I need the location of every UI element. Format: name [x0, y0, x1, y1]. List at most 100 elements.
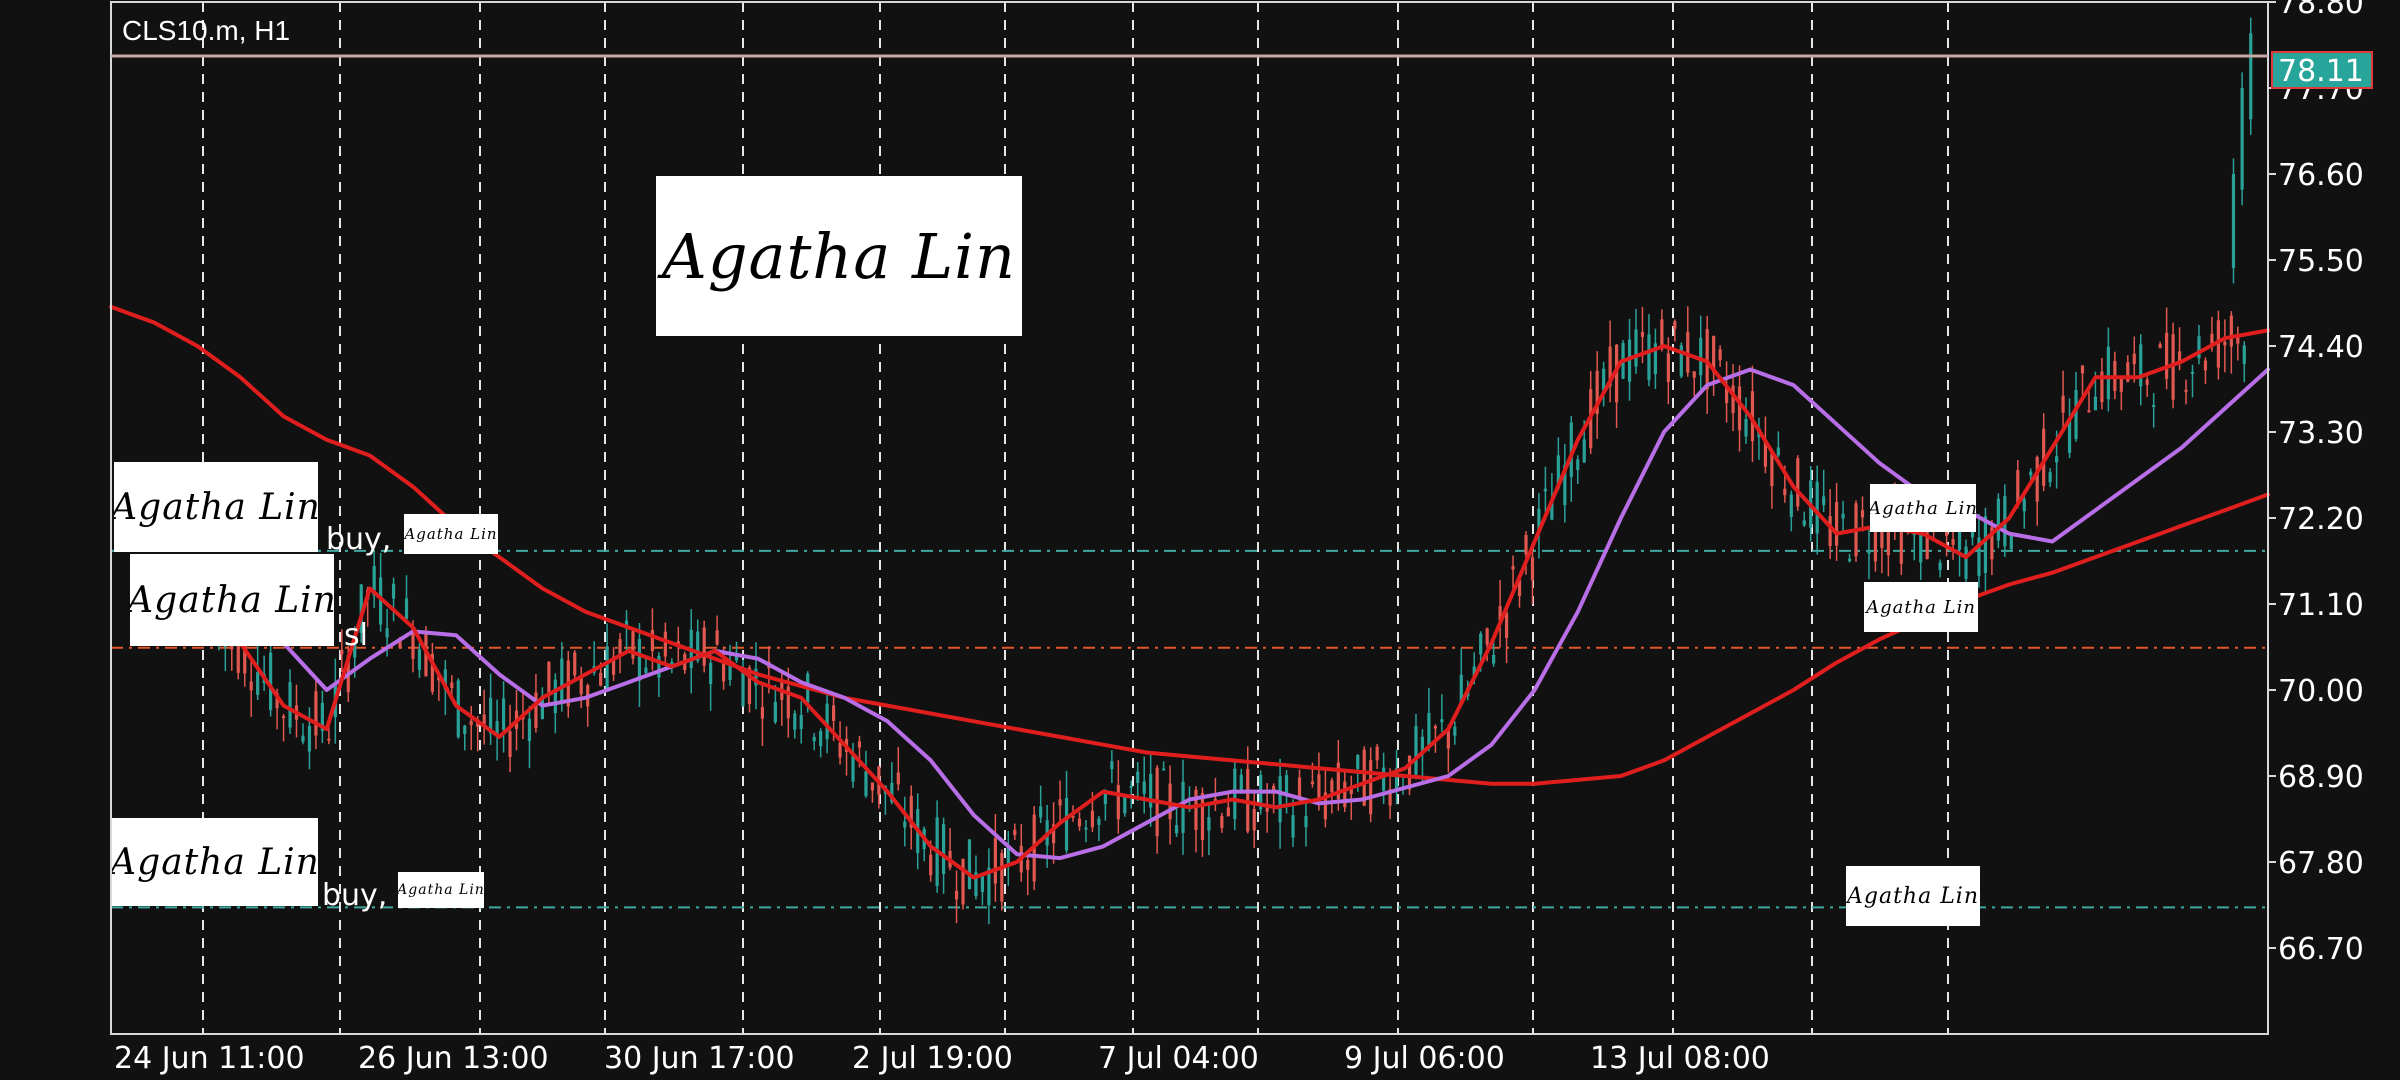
candle-body [1815, 481, 1819, 534]
candle-body [663, 631, 667, 657]
watermark-left-1: Agatha Lin [114, 462, 318, 552]
candle-body [1110, 761, 1114, 770]
candle-body [1220, 815, 1224, 828]
candle-body [501, 698, 506, 730]
annotation-buy-1: buy, [326, 522, 392, 557]
candle-body [1343, 781, 1347, 808]
annotation-buy-2: buy, [322, 878, 388, 913]
candle-body [980, 876, 985, 892]
y-tick-label-8: 70.00 [2278, 674, 2364, 709]
candle-body [967, 839, 972, 889]
candle-body [702, 627, 706, 666]
candle-body [650, 629, 655, 652]
candle-body [812, 736, 816, 742]
candle-body [741, 672, 745, 707]
candle-body [1492, 655, 1496, 664]
candle-body [831, 705, 836, 721]
candle-body [799, 714, 803, 730]
candle-body [1673, 321, 1677, 329]
x-tick-label-5: 9 Jul 06:00 [1344, 1041, 1505, 1076]
candle-body [2048, 472, 2052, 483]
candle-body [553, 679, 557, 714]
candle-body [2080, 365, 2085, 374]
y-tick-label-10: 67.80 [2278, 846, 2364, 881]
candle-body [954, 890, 959, 900]
candle-body [1000, 853, 1004, 902]
candle-body [760, 707, 765, 719]
candle-body [1504, 612, 1509, 638]
candle-body [2229, 315, 2233, 347]
candle-body [1084, 827, 1088, 830]
watermark-right-2: Agatha Lin [1864, 582, 1978, 632]
candle-body [1382, 767, 1386, 791]
x-tick-label-0: 24 Jun 11:00 [114, 1041, 305, 1076]
candle-body [2152, 404, 2156, 407]
candle-body [1039, 806, 1043, 818]
candle-body [1194, 789, 1198, 831]
candle-body [2249, 33, 2253, 120]
candle-body [1129, 785, 1133, 788]
candle-body [1796, 458, 1800, 507]
candle-body [1485, 628, 1489, 645]
watermark-left-2: Agatha Lin [130, 554, 334, 646]
candle-body [1174, 825, 1179, 834]
candle-body [1822, 496, 1826, 506]
candle-body [2203, 360, 2208, 371]
candle-body [1162, 768, 1166, 771]
candle-body [1524, 534, 1528, 555]
candle-body [644, 667, 648, 673]
candle-body [1828, 516, 1832, 547]
candle-body [1789, 494, 1793, 518]
current-price-label: 78.11 [2278, 54, 2364, 89]
candle-body [314, 691, 318, 736]
candle-body [2132, 353, 2136, 365]
candle-body [2093, 396, 2098, 411]
candle-body [1938, 562, 1942, 571]
candle-body [1026, 860, 1030, 870]
candle-body [1064, 797, 1069, 851]
candle-body [1291, 815, 1295, 838]
candle-body [1304, 816, 1308, 828]
watermark-small-2: Agatha Lin [398, 872, 484, 908]
candle-body [1802, 520, 1806, 526]
candle-body [269, 652, 273, 711]
candle-body [599, 672, 603, 686]
candle-body [2106, 346, 2110, 400]
candle-body [1692, 371, 1696, 378]
candle-body [1317, 774, 1321, 800]
y-tick-label-9: 68.90 [2278, 760, 2364, 795]
candle-body [1226, 807, 1230, 817]
candle-body [249, 681, 253, 691]
candle-body [1511, 566, 1515, 570]
candle-body [1414, 726, 1418, 775]
candle-body [1375, 746, 1379, 761]
candle-body [1783, 488, 1787, 496]
candle-body [2223, 341, 2227, 346]
candle-body [1200, 793, 1205, 840]
candle-body [560, 658, 564, 701]
candle-body [857, 741, 862, 748]
candle-body [2119, 378, 2123, 392]
x-tick-label-6: 13 Jul 08:00 [1590, 1041, 1770, 1076]
y-tick-label-3: 75.50 [2278, 244, 2364, 279]
candle-body [1666, 353, 1670, 382]
x-tick-label-3: 2 Jul 19:00 [852, 1041, 1013, 1076]
candle-body [1284, 775, 1289, 793]
candle-body [1582, 439, 1586, 463]
candle-body [1077, 818, 1082, 827]
y-tick-label-7: 71.10 [2278, 588, 2364, 623]
candle-body [1090, 810, 1095, 828]
candle-body [508, 731, 512, 758]
candle-body [2165, 332, 2169, 379]
candle-body [281, 716, 286, 719]
y-tick-label-2: 76.60 [2278, 158, 2364, 193]
y-tick-label-6: 72.20 [2278, 502, 2364, 537]
candle-body [450, 682, 454, 689]
watermark-large: Agatha Lin [656, 176, 1022, 336]
y-axis: 78.8077.7076.6075.5074.4073.3072.2071.10… [2268, 0, 2364, 967]
candle-body [1576, 459, 1580, 470]
candle-body [1356, 755, 1360, 769]
y-tick-label-4: 74.40 [2278, 330, 2364, 365]
current-price-badge: 78.11 [2271, 51, 2373, 89]
candle-body [2067, 420, 2072, 453]
